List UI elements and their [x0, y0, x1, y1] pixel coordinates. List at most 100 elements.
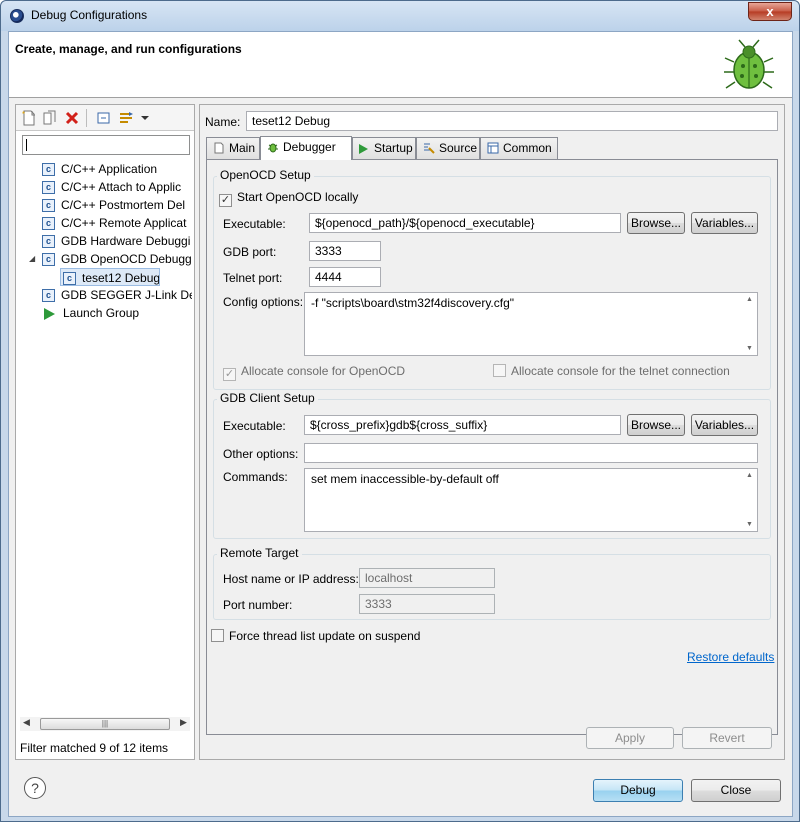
start-openocd-label: Start OpenOCD locally	[237, 190, 359, 204]
tab-debugger-label: Debugger	[283, 140, 336, 154]
c-config-icon: c	[42, 163, 55, 177]
tree-item-gdb-hardware[interactable]: c GDB Hardware Debuggi	[42, 232, 192, 250]
commands-field[interactable]: set mem inaccessible-by-default off ▲ ▼	[304, 468, 758, 532]
tree-item-c-cpp-remote[interactable]: c C/C++ Remote Applicat	[42, 214, 192, 232]
openocd-browse-button[interactable]: Browse...	[627, 212, 685, 234]
new-configuration-icon[interactable]: *	[21, 110, 37, 126]
name-field[interactable]: teset12 Debug	[246, 111, 778, 131]
launch-group-icon	[44, 307, 55, 320]
tree-item-c-cpp-postmortem[interactable]: c C/C++ Postmortem Del	[42, 196, 192, 214]
debugger-tab-icon	[268, 143, 278, 153]
gdb-variables-button[interactable]: Variables...	[691, 414, 758, 436]
tree-horizontal-scrollbar[interactable]: ◀ ||| ▶	[20, 717, 190, 731]
filter-configurations-icon[interactable]	[119, 110, 135, 126]
expanded-arrow-icon[interactable]: ◢	[29, 254, 35, 263]
tab-source[interactable]: Source	[416, 137, 480, 159]
help-icon[interactable]: ?	[24, 777, 46, 799]
c-config-icon: c	[42, 199, 55, 213]
scroll-up-icon[interactable]: ▲	[746, 296, 753, 303]
tab-startup-label: Startup	[374, 141, 413, 155]
c-config-icon: c	[42, 235, 55, 249]
gdb-port-field[interactable]: 3333	[309, 241, 381, 261]
checkbox-unchecked-icon	[211, 629, 224, 642]
openocd-executable-label: Executable:	[223, 217, 286, 231]
restore-defaults-link[interactable]: Restore defaults	[687, 650, 774, 664]
host-name-field[interactable]: localhost	[359, 568, 495, 588]
name-label: Name:	[205, 115, 241, 129]
duplicate-configuration-icon[interactable]	[42, 110, 58, 126]
other-options-label: Other options:	[223, 447, 299, 461]
openocd-setup-title: OpenOCD Setup	[217, 168, 314, 182]
scroll-left-icon[interactable]: ◀	[23, 717, 30, 728]
tab-common[interactable]: Common	[480, 137, 558, 159]
config-options-scrollbar[interactable]: ▲ ▼	[743, 293, 757, 355]
commands-label: Commands:	[223, 470, 288, 484]
checkbox-checked-icon: ✓	[219, 194, 232, 207]
tree-item-label: C/C++ Remote Applicat	[61, 216, 187, 230]
gdb-client-setup-title: GDB Client Setup	[217, 391, 318, 405]
source-tab-icon	[424, 143, 435, 154]
c-config-icon: c	[42, 181, 55, 195]
tab-main[interactable]: Main	[206, 137, 260, 159]
tab-debugger[interactable]: Debugger	[260, 136, 352, 160]
openocd-variables-button[interactable]: Variables...	[691, 212, 758, 234]
force-thread-update-checkbox[interactable]: Force thread list update on suspend	[211, 628, 420, 644]
tab-common-label: Common	[503, 141, 552, 155]
title-bar[interactable]: Debug Configurations x	[1, 1, 799, 31]
scroll-down-icon[interactable]: ▼	[746, 521, 753, 528]
tree-item-label: C/C++ Postmortem Del	[61, 198, 186, 212]
allocate-console-label: Allocate console for OpenOCD	[241, 364, 406, 378]
commands-scrollbar[interactable]: ▲ ▼	[743, 469, 757, 531]
dialog-header-title: Create, manage, and run configurations	[15, 42, 242, 56]
revert-button[interactable]: Revert	[682, 727, 772, 749]
c-config-icon: c	[42, 217, 55, 231]
tree-item-gdb-segger[interactable]: c GDB SEGGER J-Link Deb	[42, 286, 192, 304]
port-number-field[interactable]: 3333	[359, 594, 495, 614]
common-tab-icon	[487, 142, 499, 154]
debug-bug-icon	[724, 39, 774, 89]
allocate-telnet-checkbox[interactable]: Allocate console for the telnet connecti…	[493, 363, 730, 379]
gdb-executable-field[interactable]: ${cross_prefix}gdb${cross_suffix}	[304, 415, 621, 435]
window-close-button[interactable]: x	[748, 2, 792, 21]
openocd-setup-group	[213, 176, 771, 390]
allocate-console-checkbox[interactable]: ✓ Allocate console for OpenOCD	[223, 363, 406, 381]
commands-text: set mem inaccessible-by-default off	[311, 472, 499, 486]
tree-item-label: GDB SEGGER J-Link Deb	[61, 288, 192, 302]
main-tab-icon	[214, 142, 224, 154]
scroll-thumb[interactable]: |||	[40, 718, 170, 730]
other-options-field[interactable]	[304, 443, 758, 463]
config-options-field[interactable]: -f "scripts\board\stm32f4discovery.cfg" …	[304, 292, 758, 356]
view-menu-icon[interactable]	[140, 110, 150, 126]
tree-item-gdb-openocd[interactable]: c GDB OpenOCD Debuggi	[42, 250, 192, 268]
gdb-executable-label: Executable:	[223, 419, 286, 433]
host-name-label: Host name or IP address:	[223, 572, 359, 586]
c-config-icon: c	[42, 289, 55, 303]
filter-input[interactable]	[22, 135, 190, 155]
tab-startup[interactable]: Startup	[352, 137, 416, 159]
tree-item-label: Launch Group	[63, 306, 140, 320]
gdb-browse-button[interactable]: Browse...	[627, 414, 685, 436]
delete-configuration-icon[interactable]	[64, 110, 80, 126]
start-openocd-checkbox[interactable]: ✓ Start OpenOCD locally	[219, 189, 359, 207]
apply-button[interactable]: Apply	[586, 727, 674, 749]
tab-main-label: Main	[229, 141, 256, 155]
openocd-executable-field[interactable]: ${openocd_path}/${openocd_executable}	[309, 213, 621, 233]
scroll-up-icon[interactable]: ▲	[746, 472, 753, 479]
debug-button[interactable]: Debug	[593, 779, 683, 802]
c-config-icon: c	[63, 272, 76, 285]
close-button[interactable]: Close	[691, 779, 781, 802]
tree-item-launch-group[interactable]: Launch Group	[44, 304, 194, 322]
tree-item-c-cpp-application[interactable]: c C/C++ Application	[42, 160, 157, 178]
tree-item-c-cpp-attach[interactable]: c C/C++ Attach to Applic	[42, 178, 192, 196]
scroll-down-icon[interactable]: ▼	[746, 345, 753, 352]
scroll-right-icon[interactable]: ▶	[180, 717, 187, 728]
telnet-port-label: Telnet port:	[223, 271, 283, 285]
tree-toolbar: *	[16, 105, 194, 131]
telnet-port-field[interactable]: 4444	[309, 267, 381, 287]
dialog-header: Create, manage, and run configurations	[9, 32, 792, 98]
allocate-telnet-label: Allocate console for the telnet connecti…	[511, 364, 730, 378]
tree-item-label: GDB Hardware Debuggi	[61, 234, 191, 248]
configuration-editor-panel: Name: teset12 Debug Main Debugger Startu…	[199, 104, 785, 760]
tree-item-teset12-debug[interactable]: c teset12 Debug	[60, 268, 160, 286]
collapse-all-icon[interactable]	[96, 110, 112, 126]
